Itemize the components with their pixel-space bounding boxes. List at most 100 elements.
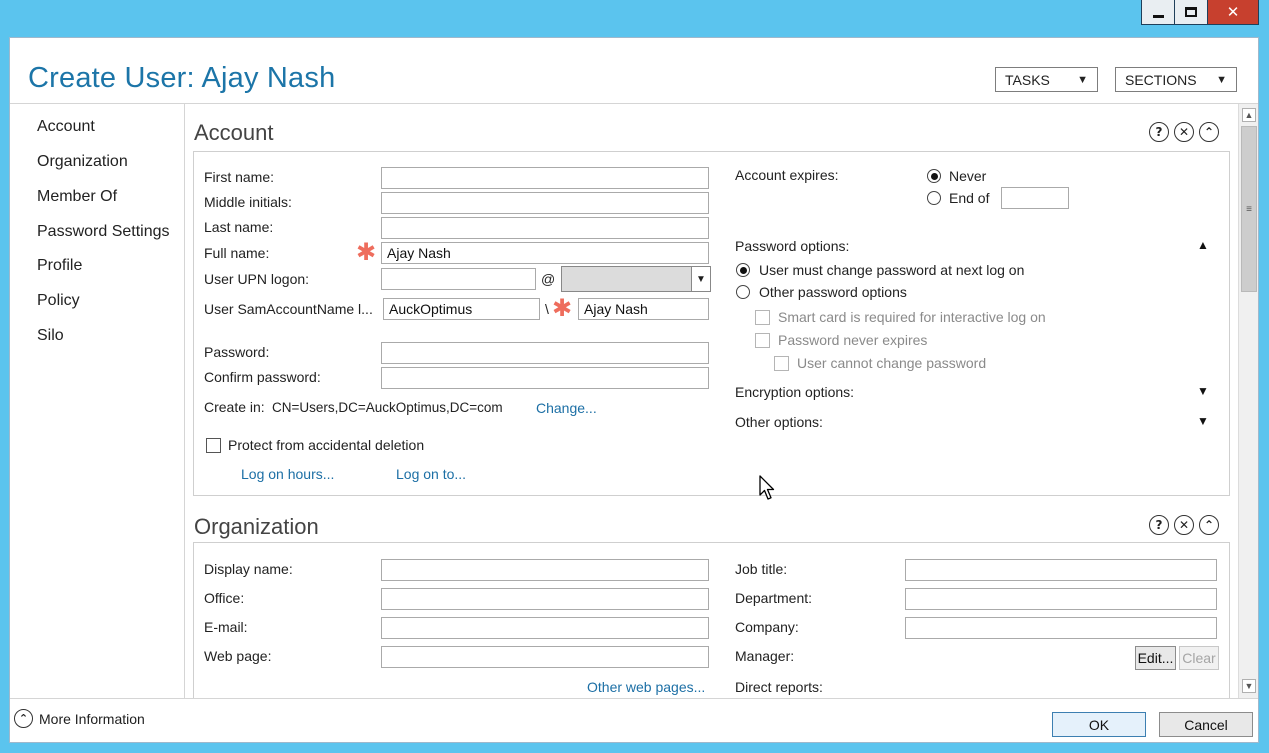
smart-card-label: Smart card is required for interactive l… (778, 309, 1046, 325)
other-password-options-label: Other password options (759, 284, 907, 300)
help-icon[interactable]: ? (1149, 122, 1169, 142)
nav-item-policy[interactable]: Policy (37, 292, 80, 310)
more-information-toggle[interactable]: ⌃ More Information (14, 709, 145, 728)
account-expires-label: Account expires: (735, 167, 839, 183)
confirm-password-input[interactable] (381, 367, 709, 389)
close-section-icon[interactable]: ✕ (1174, 515, 1194, 535)
nav-item-profile[interactable]: Profile (37, 257, 82, 275)
create-in-value: CN=Users,DC=AuckOptimus,DC=com (272, 400, 503, 415)
first-name-input[interactable] (381, 167, 709, 189)
chevron-down-icon: ▼ (1077, 73, 1088, 86)
minimize-button[interactable] (1141, 0, 1175, 25)
must-change-password-radio[interactable] (736, 263, 750, 277)
change-location-link[interactable]: Change... (536, 400, 597, 416)
header-divider (10, 103, 1258, 104)
direct-reports-label: Direct reports: (735, 679, 823, 695)
expand-encryption-options-icon[interactable]: ▼ (1197, 384, 1209, 398)
collapse-section-icon[interactable]: ⌃ (1199, 122, 1219, 142)
nav-item-member-of[interactable]: Member Of (37, 188, 117, 206)
chevron-down-icon: ▼ (691, 267, 710, 291)
close-section-icon[interactable]: ✕ (1174, 122, 1194, 142)
scroll-up-icon[interactable]: ▲ (1242, 108, 1256, 122)
collapse-password-options-icon[interactable]: ▲ (1197, 238, 1209, 252)
must-change-password-label: User must change password at next log on (759, 262, 1025, 278)
company-input[interactable] (905, 617, 1217, 639)
upn-domain-select[interactable]: ▼ (561, 266, 711, 292)
expand-other-options-icon[interactable]: ▼ (1197, 414, 1209, 428)
full-name-input[interactable]: Ajay Nash (381, 242, 709, 264)
expires-date-input[interactable] (1001, 187, 1069, 209)
tasks-dropdown[interactable]: TASKS ▼ (995, 67, 1098, 92)
other-password-options-radio[interactable] (736, 285, 750, 299)
account-panel: First name: Middle initials: Last name: … (193, 151, 1230, 496)
nav-item-password-settings[interactable]: Password Settings (37, 223, 170, 241)
sam-account-name-input[interactable]: Ajay Nash (578, 298, 709, 320)
nav-item-account[interactable]: Account (37, 118, 95, 136)
sam-separator: \ (545, 301, 549, 317)
other-options-label: Other options: (735, 414, 823, 430)
nav-item-silo[interactable]: Silo (37, 327, 64, 345)
protect-deletion-checkbox[interactable] (206, 438, 221, 453)
office-input[interactable] (381, 588, 709, 610)
department-input[interactable] (905, 588, 1217, 610)
ok-button[interactable]: OK (1052, 712, 1146, 737)
grip-icon: ≡ (1246, 203, 1252, 215)
nav-item-organization[interactable]: Organization (37, 153, 128, 171)
display-name-input[interactable] (381, 559, 709, 581)
password-never-expires-checkbox[interactable] (755, 333, 770, 348)
cannot-change-password-label: User cannot change password (797, 355, 987, 371)
organization-panel: Display name: Office: E-mail: Web page: … (193, 542, 1230, 698)
section-nav: Account Organization Member Of Password … (10, 104, 184, 698)
help-icon[interactable]: ? (1149, 515, 1169, 535)
email-input[interactable] (381, 617, 709, 639)
chevron-up-icon: ⌃ (14, 709, 33, 728)
department-label: Department: (735, 590, 813, 606)
edit-manager-button[interactable]: Edit... (1135, 646, 1176, 670)
expires-never-radio[interactable] (927, 169, 941, 183)
password-never-expires-label: Password never expires (778, 332, 928, 348)
radio-selected-icon (930, 172, 938, 180)
maximize-button[interactable] (1174, 0, 1208, 25)
last-name-label: Last name: (204, 219, 274, 235)
job-title-input[interactable] (905, 559, 1217, 581)
tasks-label: TASKS (1005, 71, 1050, 88)
footer-divider (10, 698, 1258, 699)
full-name-label: Full name: (204, 245, 270, 261)
close-icon: ✕ (1226, 3, 1240, 21)
protect-deletion-label: Protect from accidental deletion (228, 437, 425, 453)
nav-divider (184, 104, 185, 698)
expires-end-of-radio[interactable] (927, 191, 941, 205)
smart-card-checkbox[interactable] (755, 310, 770, 325)
caption-buttons: ✕ (1141, 0, 1259, 25)
middle-initials-label: Middle initials: (204, 194, 292, 210)
cancel-button[interactable]: Cancel (1159, 712, 1253, 737)
scroll-down-icon[interactable]: ▼ (1242, 679, 1256, 693)
other-web-pages-link[interactable]: Other web pages... (587, 679, 705, 695)
collapse-section-icon[interactable]: ⌃ (1199, 515, 1219, 535)
upn-label: User UPN logon: (204, 271, 310, 287)
clear-manager-button[interactable]: Clear (1179, 646, 1219, 670)
vertical-scrollbar[interactable]: ▲ ≡ ▼ (1238, 104, 1258, 698)
encryption-options-label: Encryption options: (735, 384, 855, 400)
password-input[interactable] (381, 342, 709, 364)
manager-label: Manager: (735, 648, 795, 664)
required-asterisk-icon: ✱ (356, 238, 377, 266)
middle-initials-input[interactable] (381, 192, 709, 214)
sections-label: SECTIONS (1125, 71, 1197, 88)
sam-domain-input[interactable]: AuckOptimus (383, 298, 540, 320)
first-name-label: First name: (204, 169, 275, 185)
account-section-controls: ? ✕ ⌃ (1149, 122, 1219, 142)
web-page-input[interactable] (381, 646, 709, 668)
cannot-change-password-checkbox[interactable] (774, 356, 789, 371)
sam-account-name-label: User SamAccountName l... (204, 301, 373, 317)
upn-input[interactable] (381, 268, 536, 290)
chevron-down-icon: ▼ (1216, 73, 1227, 86)
last-name-input[interactable] (381, 217, 709, 239)
scroll-thumb[interactable]: ≡ (1241, 126, 1257, 292)
organization-section-title: Organization (194, 514, 319, 539)
sections-dropdown[interactable]: SECTIONS ▼ (1115, 67, 1237, 92)
organization-section-controls: ? ✕ ⌃ (1149, 515, 1219, 535)
log-on-to-link[interactable]: Log on to... (396, 466, 466, 482)
log-on-hours-link[interactable]: Log on hours... (241, 466, 334, 482)
close-window-button[interactable]: ✕ (1207, 0, 1259, 25)
